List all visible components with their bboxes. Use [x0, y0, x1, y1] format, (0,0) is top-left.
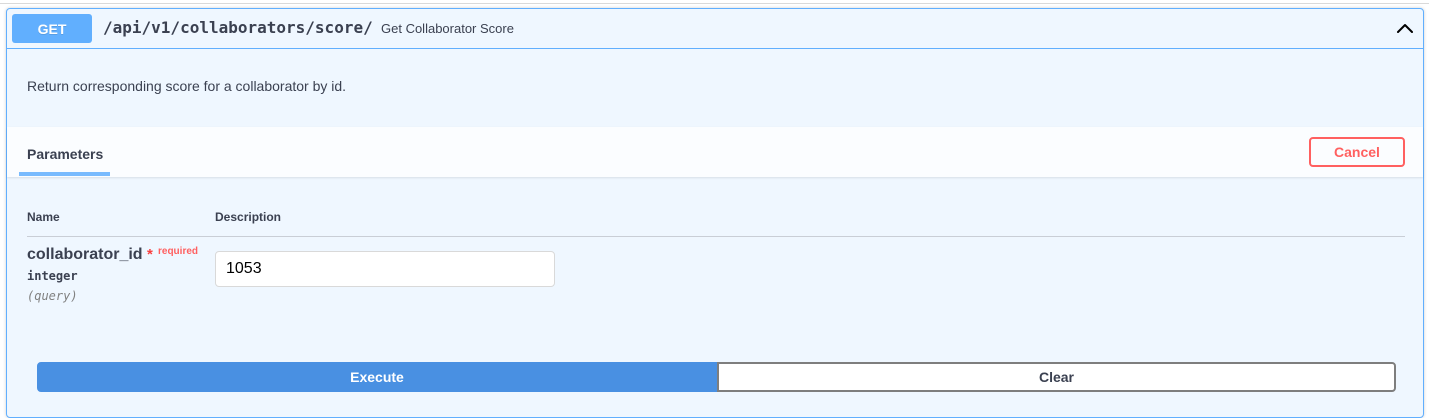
cancel-button[interactable]: Cancel: [1309, 137, 1405, 167]
tab-parameters[interactable]: Parameters: [27, 146, 103, 162]
method-badge: GET: [12, 14, 92, 43]
tab-underline: [19, 172, 110, 176]
column-header-description: Description: [215, 210, 282, 224]
operation-block: GET /api/v1/collaborators/score/ Get Col…: [6, 8, 1424, 418]
chevron-up-icon[interactable]: [1395, 18, 1415, 38]
action-buttons: Execute Clear: [37, 362, 1396, 392]
parameter-location: (query): [27, 289, 78, 303]
collaborator-id-input[interactable]: [215, 251, 555, 287]
header-divider: [27, 236, 1405, 237]
parameter-type: integer: [27, 269, 78, 283]
required-star: *: [147, 246, 153, 263]
operation-summary-text: Get Collaborator Score: [381, 21, 514, 36]
operation-path[interactable]: /api/v1/collaborators/score/: [103, 18, 373, 37]
required-label: required: [158, 246, 199, 257]
top-divider: [0, 0, 1429, 4]
execute-button[interactable]: Execute: [37, 362, 717, 392]
clear-button[interactable]: Clear: [717, 362, 1396, 392]
parameter-name-text: collaborator_id: [27, 246, 143, 263]
operation-summary[interactable]: GET /api/v1/collaborators/score/ Get Col…: [7, 9, 1423, 49]
parameter-name: collaborator_id *: [27, 246, 153, 264]
operation-description: Return corresponding score for a collabo…: [27, 78, 347, 94]
parameters-header: Parameters Cancel: [7, 127, 1423, 177]
column-header-name: Name: [27, 210, 60, 224]
